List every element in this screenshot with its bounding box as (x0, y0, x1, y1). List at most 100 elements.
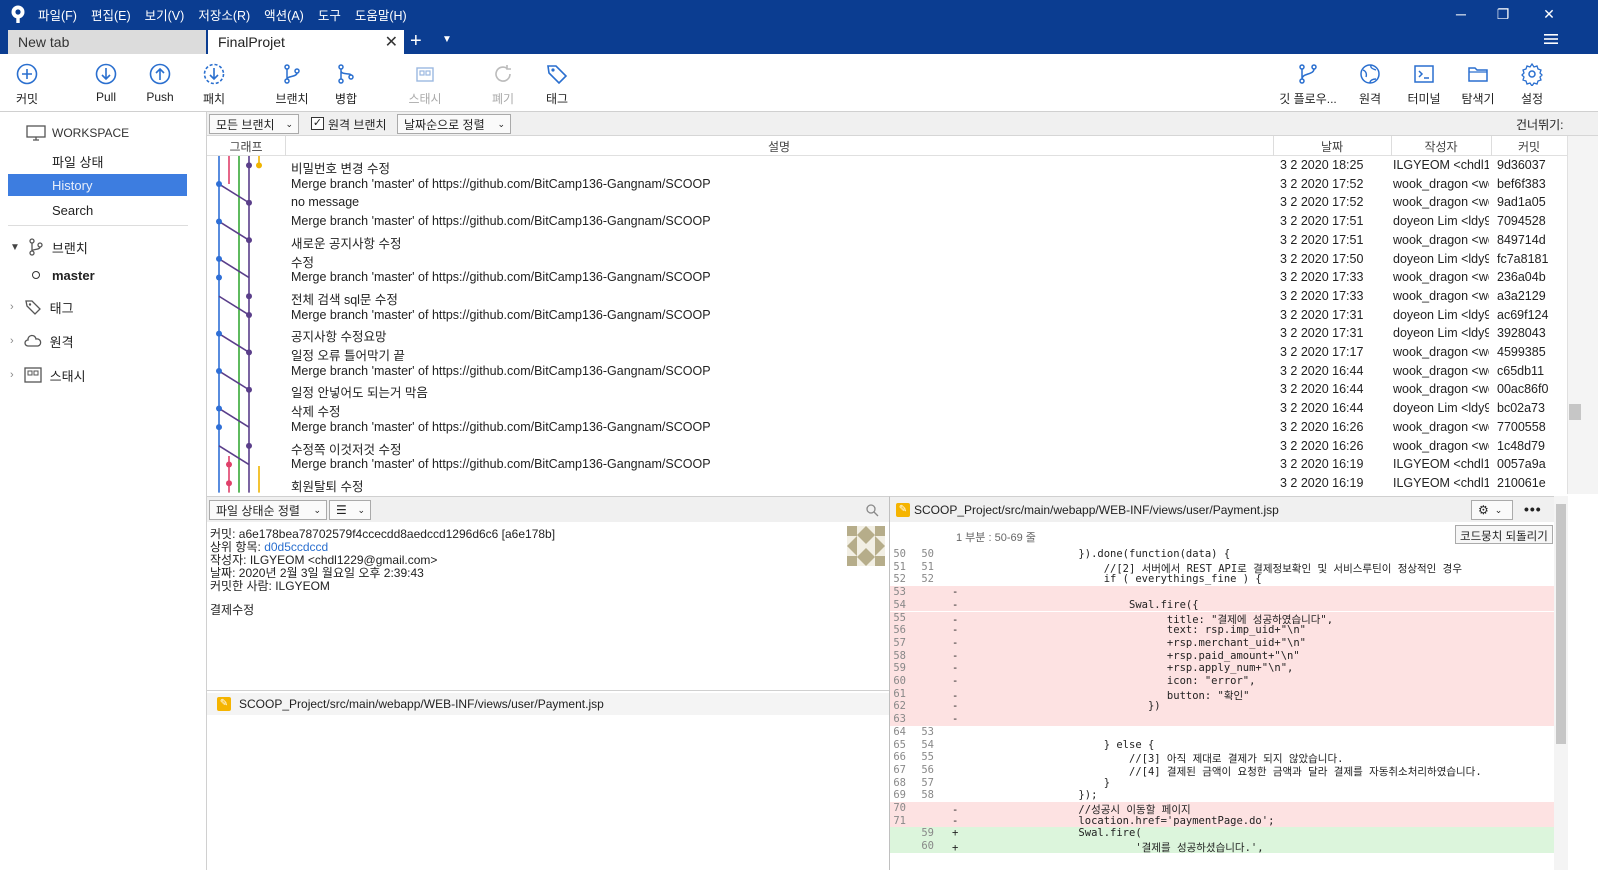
diff-line-context[interactable]: 51 51 //[2] 서버에서 REST API로 결제정보확인 및 서비스루틴… (890, 561, 1554, 575)
table-row[interactable]: 회원탈퇴 수정 3 2 2020 16:19 ILGYEOM <chdl12 2100… (207, 474, 1567, 494)
history-scrollbar[interactable] (1567, 136, 1598, 494)
menu-actions[interactable]: 액션(A) (264, 5, 304, 24)
close-window-button[interactable]: ✕ (1526, 0, 1572, 28)
table-row[interactable]: Merge branch 'master' of https://github.… (207, 362, 1567, 381)
terminal-button[interactable]: 터미널 (1394, 62, 1454, 110)
diff-line-removed[interactable]: 56 - text: rsp.imp_uid+"\n" (890, 624, 1554, 637)
diff-line-context[interactable]: 67 56 //[4] 결제된 금액이 요청한 금액과 달라 결제를 자동취소처리… (890, 764, 1554, 778)
menu-file[interactable]: 파일(F) (38, 5, 77, 24)
tab-dropdown-icon[interactable]: ▼ (442, 34, 452, 45)
tab-new[interactable]: New tab (8, 30, 206, 54)
tab-finalprojet[interactable]: FinalProjet ✕ (208, 30, 404, 54)
diff-line-context[interactable]: 69 58 }); (890, 789, 1554, 802)
file-sort-dropdown[interactable]: 파일 상태순 정렬 ⌄ (209, 500, 327, 520)
diff-line-removed[interactable]: 54 - Swal.fire({ (890, 598, 1554, 612)
parent-link[interactable]: d0d5ccdccd (264, 540, 328, 554)
diff-line-removed[interactable]: 55- title: "결제에 성공하였습니다", (890, 611, 1554, 626)
more-options-icon[interactable]: ••• (1524, 501, 1542, 517)
diff-options-button[interactable]: ⚙ ⌄ (1471, 500, 1513, 520)
menu-tools[interactable]: 도구 (318, 5, 341, 24)
diff-line-context[interactable]: 66 55 //[3] 아직 제대로 결제가 되지 않았습니다. (890, 751, 1554, 765)
sidebar-section-stashes[interactable]: › 스태시 (10, 364, 210, 386)
diff-line-context[interactable]: 64 53 (890, 726, 1554, 739)
table-row[interactable]: Merge branch 'master' of https://github.… (207, 455, 1567, 474)
menu-help[interactable]: 도움말(H) (355, 5, 407, 24)
diff-line-removed[interactable]: 58 - +rsp.paid_amount+"\n" (890, 649, 1554, 663)
tag-button[interactable]: 태그 (527, 62, 587, 110)
close-tab-icon[interactable]: ✕ (385, 32, 398, 52)
diff-line-removed[interactable]: 71 - location.href='paymentPage.do'; (890, 814, 1554, 828)
sidebar-section-remotes[interactable]: › 원격 (10, 330, 210, 352)
menu-repository[interactable]: 저장소(R) (198, 5, 250, 24)
scrollbar-thumb[interactable] (1569, 404, 1581, 420)
scrollbar-thumb[interactable] (1556, 504, 1566, 744)
table-row[interactable]: Merge branch 'master' of https://github.… (207, 418, 1567, 437)
table-row[interactable]: no message 3 2 2020 17:52 wook_dragon <wc 9… (207, 193, 1567, 212)
commit-hash: 210061e (1497, 475, 1546, 490)
table-row[interactable]: 새로운 공지사항 수정 3 2 2020 17:51 wook_dragon <wc… (207, 231, 1567, 251)
table-row[interactable]: 비밀번호 변경 수정 3 2 2020 18:25 ILGYEOM <chdl12 9… (207, 156, 1567, 176)
stash-button[interactable]: 스태시 (395, 62, 455, 110)
table-row[interactable]: Merge branch 'master' of https://github.… (207, 268, 1567, 287)
sort-dropdown[interactable]: 날짜순으로 정렬 ⌄ (397, 114, 511, 134)
merge-button[interactable]: 병합 (316, 62, 376, 110)
remote-branches-checkbox[interactable]: ✓ (311, 117, 324, 130)
revert-hunk-button[interactable]: 코드뭉치 되돌리기 (1455, 525, 1553, 544)
diff-line-removed[interactable]: 57 - +rsp.merchant_uid+"\n" (890, 636, 1554, 650)
table-row[interactable]: Merge branch 'master' of https://github.… (207, 306, 1567, 325)
column-date[interactable]: 날짜 (1273, 138, 1391, 155)
diff-line-removed[interactable]: 59 - +rsp.apply_num+"\n", (890, 662, 1554, 675)
diff-scrollbar[interactable] (1554, 496, 1568, 870)
diff-line-removed[interactable]: 62 - }) (890, 700, 1554, 714)
file-row[interactable]: ✎ SCOOP_Project/src/main/webapp/WEB-INF/… (207, 693, 889, 715)
table-row[interactable]: 전체 검색 sql문 수정 3 2 2020 17:33 wook_dragon <… (207, 287, 1567, 307)
pull-label: Pull (95, 90, 116, 104)
git-flow-button[interactable]: 깃 플로우... (1276, 62, 1340, 110)
diff-line-removed[interactable]: 53 - (890, 586, 1554, 599)
menu-view[interactable]: 보기(V) (145, 5, 185, 24)
table-row[interactable]: 공지사항 수정요망 3 2 2020 17:31 doyeon Lim <ldy9 3… (207, 324, 1567, 344)
minimize-button[interactable]: ─ (1438, 0, 1484, 28)
pull-button[interactable]: Pull (76, 62, 136, 110)
commit-button[interactable]: 커밋 (0, 62, 57, 110)
discard-button[interactable]: 폐기 (473, 62, 533, 110)
sidebar-section-tags[interactable]: › 태그 (10, 296, 210, 318)
diff-line-removed[interactable]: 70- //성공시 이동할 페이지 (890, 802, 1554, 816)
diff-line-context[interactable]: 65 54 } else { (890, 739, 1554, 752)
column-author[interactable]: 작성자 (1391, 138, 1491, 155)
table-row[interactable]: Merge branch 'master' of https://github.… (207, 212, 1567, 231)
table-row[interactable]: 일정 오류 틀어막기 끝3 2 2020 17:17 wook_dragon <w… (207, 343, 1567, 363)
sidebar-item-history[interactable]: History (8, 174, 187, 196)
new-tab-plus-icon[interactable]: + (410, 30, 422, 52)
view-mode-dropdown[interactable]: ☰ ⌄ (329, 500, 371, 520)
explorer-button[interactable]: 탐색기 (1448, 62, 1508, 110)
hamburger-menu-icon[interactable] (1544, 32, 1558, 46)
search-icon[interactable] (865, 503, 879, 517)
fetch-button[interactable]: 패치 (184, 62, 244, 110)
remote-button[interactable]: 원격 (1340, 62, 1400, 110)
menu-edit[interactable]: 편집(E) (91, 5, 131, 24)
diff-line-context[interactable]: 68 57 } (890, 777, 1554, 790)
settings-button[interactable]: 설정 (1502, 62, 1562, 110)
diff-line-context[interactable]: 50 50 }).done(function(data) { (890, 548, 1554, 561)
table-row[interactable]: Merge branch 'master' of https://github.… (207, 175, 1567, 194)
diff-line-added[interactable]: 60 + '결제를 성공하셨습니다.', (890, 840, 1554, 854)
diff-line-context[interactable]: 52 52 if ( everythings_fine ) { (890, 573, 1554, 586)
sidebar-section-branches[interactable]: ▼ 브랜치 (10, 236, 210, 258)
table-row[interactable]: 수정쪽 이것저것 수정 3 2 2020 16:26 wook_dragon <wc… (207, 437, 1567, 457)
diff-line-added[interactable]: 59 + Swal.fire( (890, 827, 1554, 841)
branch-filter-dropdown[interactable]: 모든 브랜치 ⌄ (209, 114, 299, 134)
column-commit[interactable]: 커밋 (1491, 138, 1567, 155)
table-row[interactable]: 수정 3 2 2020 17:50 doyeon Lim <ldy9 fc7a8181 (207, 250, 1567, 270)
branch-item-master[interactable]: master (32, 264, 232, 286)
table-row[interactable]: 일정 안넣어도 되는거 막음 3 2 2020 16:44 wook_dragon … (207, 380, 1567, 400)
column-description[interactable]: 설명 (285, 138, 1273, 155)
push-button[interactable]: Push (130, 62, 190, 110)
maximize-button[interactable]: ❐ (1480, 0, 1526, 28)
diff-line-removed[interactable]: 60 - icon: "error", (890, 675, 1554, 688)
table-row[interactable]: 삭제 수정 3 2 2020 16:44 doyeon Lim <ldy9 bc02a… (207, 399, 1567, 419)
column-graph[interactable]: 그래프 (207, 138, 285, 155)
diff-line-removed[interactable]: 61- button: "확인" (890, 687, 1554, 702)
diff-line-removed[interactable]: 63 - (890, 713, 1554, 726)
branch-button[interactable]: 브랜치 (262, 62, 322, 110)
